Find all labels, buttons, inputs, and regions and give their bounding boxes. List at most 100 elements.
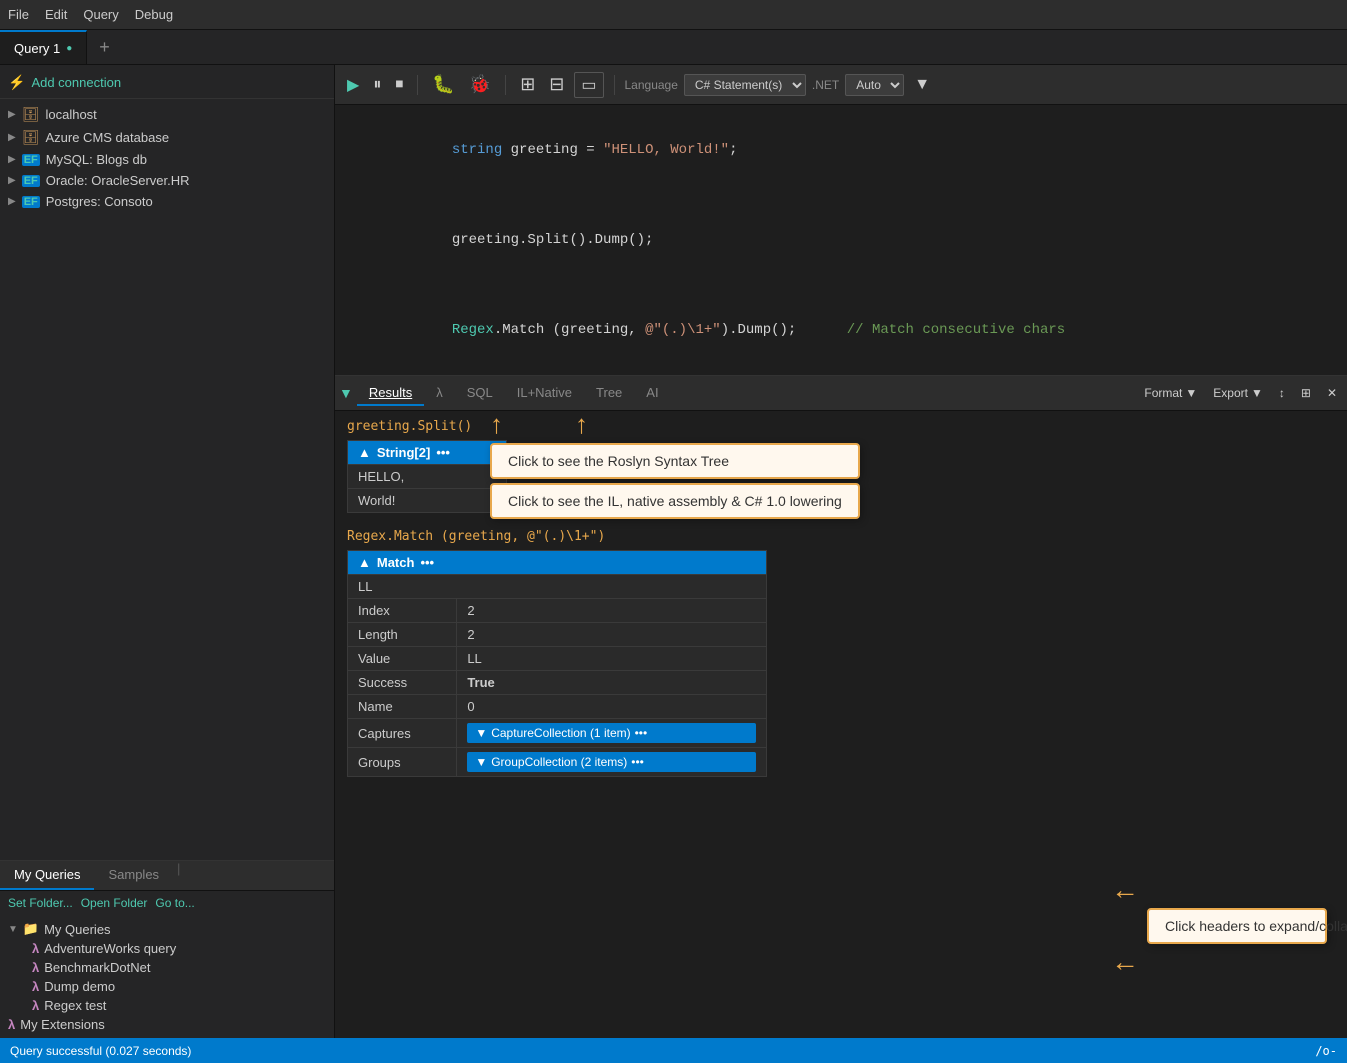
cell-captures-label: Captures	[348, 719, 457, 748]
add-connection-label: Add connection	[31, 75, 121, 90]
tab-query1[interactable]: Query 1 ●	[0, 30, 87, 64]
results-tab-lambda[interactable]: λ	[424, 381, 455, 406]
tab-samples[interactable]: Samples	[94, 861, 173, 890]
tree-item-extensions[interactable]: λ My Extensions	[0, 1015, 334, 1034]
cell-world: World!	[348, 489, 507, 513]
results-panel: ▼ Results λ SQL IL+Native Tree AI Format…	[335, 376, 1347, 1038]
sidebar: ⚡ Add connection ▶ 🗄 localhost ▶ 🗄 Azure…	[0, 65, 335, 1038]
table-row: World!	[348, 489, 507, 513]
sidebar-mysql-label: MySQL: Blogs db	[46, 152, 147, 167]
tooltip-tree: Click to see the Roslyn Syntax Tree	[490, 443, 860, 479]
results-tab-ilnative[interactable]: IL+Native	[505, 381, 584, 406]
sidebar-azure-label: Azure CMS database	[45, 130, 169, 145]
toolbar-sep-3	[614, 75, 615, 95]
open-folder-btn[interactable]: Open Folder	[81, 896, 148, 910]
cell-groups-value[interactable]: ▼ GroupCollection (2 items) •••	[457, 748, 767, 777]
results-arrow[interactable]: ▼	[339, 385, 353, 401]
tree-label-adventureworks: AdventureWorks query	[44, 941, 176, 956]
lambda-icon-2: λ	[32, 960, 39, 975]
go-to-btn[interactable]: Go to...	[155, 896, 194, 910]
tree-folder-myqueries[interactable]: ▼ 📁 My Queries	[0, 919, 334, 939]
sidebar-item-localhost[interactable]: ▶ 🗄 localhost	[0, 103, 334, 126]
results-tab-tree[interactable]: Tree	[584, 381, 634, 406]
code-line-5: Regex.Match (greeting, @"(.)\1+").Dump()…	[351, 296, 1331, 363]
tree-item-benchmark[interactable]: λ BenchmarkDotNet	[0, 958, 334, 977]
sidebar-item-mysql[interactable]: ▶ EF MySQL: Blogs db	[0, 149, 334, 170]
set-folder-btn[interactable]: Set Folder...	[8, 896, 73, 910]
match-header-dots[interactable]: •••	[420, 555, 434, 570]
tab-my-queries[interactable]: My Queries	[0, 861, 94, 890]
sidebar-item-azure[interactable]: ▶ 🗄 Azure CMS database	[0, 126, 334, 149]
results-tab-sql[interactable]: SQL	[455, 381, 505, 406]
tree-label-regex: Regex test	[44, 998, 106, 1013]
result1-header[interactable]: ▲ String[2] •••	[348, 441, 507, 465]
table-row-length: Length 2	[348, 623, 767, 647]
table-row-name: Name 0	[348, 695, 767, 719]
add-connection-item[interactable]: ⚡ Add connection	[0, 71, 334, 94]
grid-view-button-2[interactable]: ⊟	[545, 72, 568, 97]
match-header[interactable]: ▲ Match •••	[348, 551, 767, 575]
menu-debug[interactable]: Debug	[135, 7, 173, 22]
grid-toggle-button[interactable]: ⊞	[1295, 384, 1317, 402]
header-label: String[2]	[377, 445, 430, 460]
header-dots[interactable]: •••	[436, 445, 450, 460]
folder-icon-myqueries: 📁	[23, 921, 39, 937]
result2-title: Regex.Match (greeting, @"(.)\1+")	[347, 529, 1335, 544]
results-tab-ai[interactable]: AI	[634, 381, 670, 406]
debug-button-2[interactable]: 🐞	[465, 72, 495, 97]
table-row-value: Value LL	[348, 647, 767, 671]
code-line-3: greeting.Split().Dump();	[351, 207, 1331, 274]
tree-label-extensions: My Extensions	[20, 1017, 105, 1032]
cell-groups-label: Groups	[348, 748, 457, 777]
tooltip-container: ↑ ↑ Click to see the Roslyn Syntax Tree …	[490, 411, 860, 519]
dotnet-select[interactable]: Auto	[845, 74, 904, 96]
tree-item-regex[interactable]: λ Regex test	[0, 996, 334, 1015]
expand-button[interactable]: ↕	[1273, 384, 1291, 402]
code-editor[interactable]: string greeting = "HELLO, World!"; greet…	[335, 105, 1347, 376]
table-row-captures: Captures ▼ CaptureCollection (1 item) ••…	[348, 719, 767, 748]
tree-label-benchmark: BenchmarkDotNet	[44, 960, 150, 975]
pause-button[interactable]: ⏸	[369, 74, 385, 96]
results-toolbar-right: Format ▼ Export ▼ ↕ ⊞ ✕	[1138, 384, 1343, 402]
code-line-4	[351, 274, 1331, 296]
groups-expand-btn[interactable]: ▼ GroupCollection (2 items) •••	[467, 752, 756, 772]
result-section-2: Regex.Match (greeting, @"(.)\1+") ▲ Matc…	[347, 529, 1335, 777]
menu-edit[interactable]: Edit	[45, 7, 67, 22]
menu-file[interactable]: File	[8, 7, 29, 22]
panel-button[interactable]: ▭	[574, 72, 603, 98]
table-row-success: Success True	[348, 671, 767, 695]
header-arrow: ▲	[358, 445, 371, 460]
groups-text: GroupCollection (2 items)	[491, 755, 627, 769]
run-button[interactable]: ▶	[343, 73, 363, 97]
chevron-icon-mysql: ▶	[8, 154, 16, 165]
tab-add-button[interactable]: +	[87, 30, 122, 64]
code-line-2	[351, 184, 1331, 206]
cell-captures-value[interactable]: ▼ CaptureCollection (1 item) •••	[457, 719, 767, 748]
captures-dots[interactable]: •••	[635, 726, 648, 740]
more-options-button[interactable]: ▼	[910, 74, 934, 96]
sidebar-item-postgres[interactable]: ▶ EF Postgres: Consoto	[0, 191, 334, 212]
tree-item-adventureworks[interactable]: λ AdventureWorks query	[0, 939, 334, 958]
tree-item-dump[interactable]: λ Dump demo	[0, 977, 334, 996]
result1-table: ▲ String[2] ••• HELLO, World!	[347, 440, 507, 513]
menu-query[interactable]: Query	[83, 7, 118, 22]
ef-icon-postgres: EF	[22, 196, 40, 208]
format-button[interactable]: Format ▼	[1138, 384, 1203, 402]
cell-value-value: LL	[457, 647, 767, 671]
cell-name-value: 0	[457, 695, 767, 719]
groups-dots[interactable]: •••	[631, 755, 644, 769]
sidebar-item-oracle[interactable]: ▶ EF Oracle: OracleServer.HR	[0, 170, 334, 191]
chevron-icon-postgres: ▶	[8, 196, 16, 207]
stop-button[interactable]: ⏹	[391, 74, 407, 96]
captures-expand-btn[interactable]: ▼ CaptureCollection (1 item) •••	[467, 723, 756, 743]
debug-button-1[interactable]: 🐛	[428, 72, 458, 97]
grid-view-button-1[interactable]: ⊞	[516, 72, 539, 97]
export-button[interactable]: Export ▼	[1207, 384, 1269, 402]
cell-ll-value: LL	[348, 575, 767, 599]
ef-icon-mysql: EF	[22, 154, 40, 166]
close-results-button[interactable]: ✕	[1321, 384, 1343, 402]
results-tab-results[interactable]: Results	[357, 381, 424, 406]
language-select[interactable]: C# Statement(s)	[684, 74, 806, 96]
status-bar: Query successful (0.027 seconds) /o-	[0, 1038, 1347, 1063]
click-headers-container: ← ← Click headers to expand/collapse	[1111, 874, 1327, 978]
